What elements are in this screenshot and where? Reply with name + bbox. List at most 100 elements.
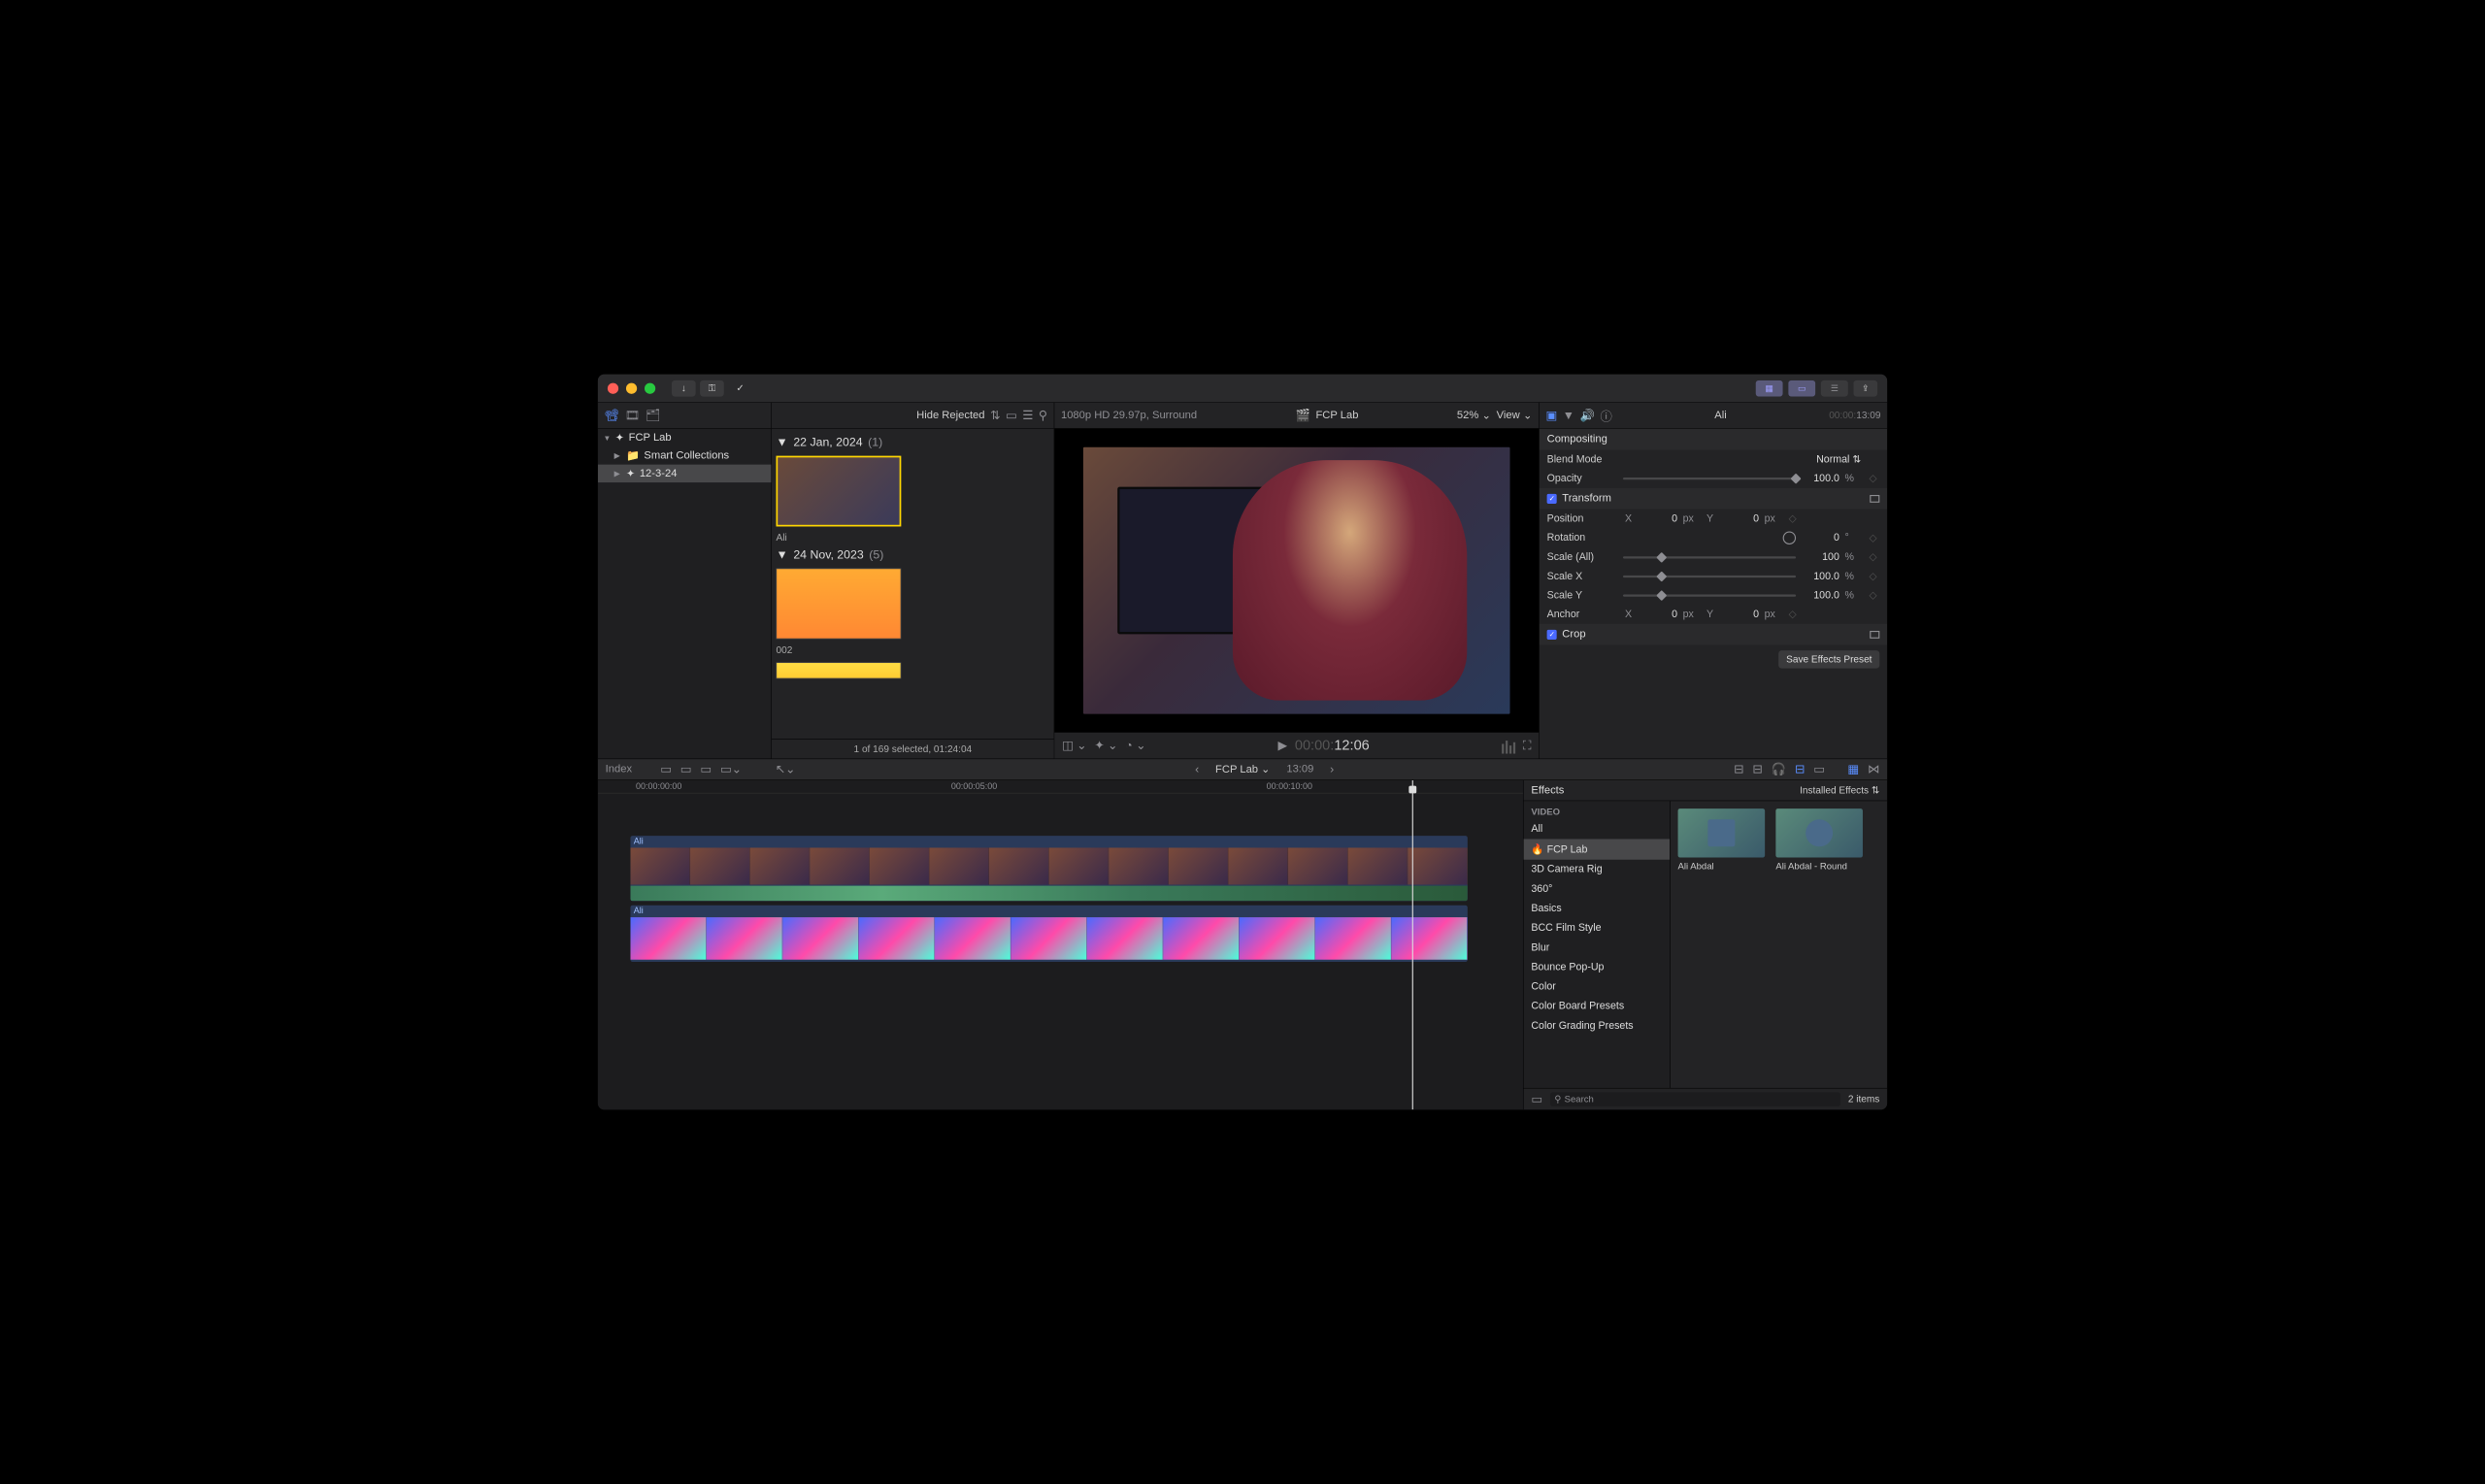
library-icon[interactable]: 📽	[605, 409, 620, 423]
effects-preview-button[interactable]: ▭	[1531, 1092, 1542, 1106]
transitions-browser-button[interactable]: ⋈	[1868, 762, 1879, 776]
library-root[interactable]: ▼ ✦ FCP Lab	[598, 429, 772, 446]
keyframe-button[interactable]: ◇	[1867, 532, 1879, 544]
timeline-clip[interactable]: Ali	[630, 836, 1467, 901]
keyframe-button[interactable]: ◇	[1867, 589, 1879, 602]
inspector-toggle-button[interactable]: ☰	[1821, 380, 1848, 397]
fullscreen-button[interactable]: ⛶	[1523, 739, 1532, 753]
rotation-value[interactable]: 0	[1802, 532, 1839, 544]
transform-section[interactable]: ✓ Transform	[1540, 488, 1887, 510]
color-inspector-tab[interactable]: ▼	[1563, 409, 1574, 423]
effects-dropdown[interactable]: Installed Effects ⇅	[1800, 784, 1879, 796]
timeline-project-dropdown[interactable]: FCP Lab ⌄	[1215, 763, 1271, 776]
rotation-knob[interactable]	[1783, 532, 1796, 544]
snapping-button[interactable]: ⊟	[1795, 762, 1805, 776]
anchor-y-value[interactable]: 0	[1721, 609, 1759, 620]
disclosure-triangle-icon[interactable]: ▼	[603, 433, 611, 442]
save-effects-preset-button[interactable]: Save Effects Preset	[1778, 650, 1879, 668]
list-view-button[interactable]: ☰	[1022, 409, 1033, 423]
audio-inspector-tab[interactable]: 🔊	[1580, 409, 1595, 423]
background-tasks-button[interactable]: ✓	[728, 380, 752, 397]
retime-tool-button[interactable]: ◔ ⌄	[1125, 739, 1145, 753]
effects-category[interactable]: Color	[1524, 976, 1671, 996]
effects-category[interactable]: Basics	[1524, 899, 1671, 918]
zoom-dropdown[interactable]: 52%⌄	[1457, 409, 1491, 422]
disclosure-triangle-icon[interactable]: ▼	[777, 547, 788, 562]
opacity-slider[interactable]	[1623, 478, 1796, 479]
video-inspector-tab[interactable]: ▣	[1545, 409, 1557, 423]
scale-all-slider[interactable]	[1623, 556, 1796, 558]
effects-category[interactable]: All	[1524, 819, 1671, 839]
keyframe-button[interactable]: ◇	[1867, 551, 1879, 564]
opacity-value[interactable]: 100.0	[1802, 473, 1839, 484]
clip-appearance-button[interactable]: ▭	[1006, 409, 1017, 423]
keyframe-button[interactable]: ◇	[1786, 608, 1799, 620]
transform-onscreen-icon[interactable]	[1870, 495, 1879, 503]
play-button[interactable]: ▶	[1278, 739, 1287, 753]
effect-item[interactable]: Ali Abdal	[1678, 808, 1766, 874]
titles-icon[interactable]: 🗂	[646, 409, 661, 423]
timeline-prev-button[interactable]: ‹	[1195, 762, 1199, 776]
photos-icon[interactable]: 🎞	[625, 409, 641, 423]
clip-thumbnail[interactable]	[777, 456, 902, 527]
transform-tool-button[interactable]: ◫ ⌄	[1062, 739, 1086, 753]
viewer-timecode[interactable]: 12:06	[1334, 737, 1369, 753]
append-button[interactable]: ▭	[680, 762, 692, 776]
scale-y-value[interactable]: 100.0	[1802, 589, 1839, 601]
import-button[interactable]: ↓	[672, 380, 696, 397]
select-tool-button[interactable]: ↖⌄	[776, 762, 796, 776]
skimming-button[interactable]: ⊟	[1734, 762, 1743, 776]
disclosure-triangle-icon[interactable]: ▶	[614, 451, 622, 461]
viewer-canvas[interactable]	[1054, 429, 1539, 733]
overwrite-button[interactable]: ▭	[700, 762, 712, 776]
scale-x-value[interactable]: 100.0	[1802, 571, 1839, 582]
event-header[interactable]: ▼ 24 Nov, 2023 (5)	[777, 545, 1050, 564]
timeline-ruler[interactable]: 00:00:00:00 00:00:05:00 00:00:10:00	[598, 780, 1523, 793]
effects-category[interactable]: Blur	[1524, 938, 1671, 957]
compositing-section[interactable]: Compositing	[1540, 429, 1887, 450]
effects-category[interactable]: Bounce Pop-Up	[1524, 957, 1671, 976]
hide-rejected-dropdown[interactable]: Hide Rejected	[916, 410, 984, 422]
crop-section[interactable]: ✓ Crop	[1540, 624, 1887, 645]
crop-onscreen-icon[interactable]	[1870, 631, 1879, 639]
anchor-x-value[interactable]: 0	[1640, 609, 1677, 620]
effects-category[interactable]: BCC Film Style	[1524, 918, 1671, 938]
timeline-clip[interactable]: Ali	[630, 906, 1467, 962]
position-x-value[interactable]: 0	[1640, 512, 1677, 524]
disclosure-triangle-icon[interactable]: ▼	[777, 435, 788, 449]
close-window-button[interactable]	[608, 382, 618, 393]
audio-skimming-button[interactable]: ⊟	[1752, 762, 1762, 776]
timeline[interactable]: 00:00:00:00 00:00:05:00 00:00:10:00 Ali	[598, 780, 1523, 1110]
scale-all-value[interactable]: 100	[1802, 551, 1839, 563]
connect-button[interactable]: ▭⌄	[720, 762, 742, 776]
transform-checkbox[interactable]: ✓	[1547, 494, 1557, 504]
effects-category[interactable]: Color Grading Presets	[1524, 1016, 1671, 1036]
index-button[interactable]: Index	[606, 763, 632, 775]
clip-thumbnail[interactable]	[777, 662, 902, 678]
browser-toggle-button[interactable]: ▦	[1756, 380, 1783, 397]
clip-thumbnail[interactable]	[777, 569, 902, 640]
effect-item[interactable]: Ali Abdal - Round	[1775, 808, 1863, 874]
event-header[interactable]: ▼ 22 Jan, 2024 (1)	[777, 433, 1050, 451]
scale-y-slider[interactable]	[1623, 594, 1796, 596]
keyword-editor-button[interactable]: ⚿	[700, 380, 724, 397]
info-inspector-tab[interactable]: ⓘ	[1600, 407, 1611, 424]
effects-category[interactable]: 🔥 FCP Lab	[1524, 839, 1671, 859]
effects-category[interactable]: 360°	[1524, 879, 1671, 899]
scale-x-slider[interactable]	[1623, 576, 1796, 577]
search-button[interactable]: ⚲	[1039, 409, 1047, 423]
fullscreen-window-button[interactable]	[645, 382, 655, 393]
blend-mode-dropdown[interactable]: Normal ⇅	[1623, 453, 1861, 466]
keyframe-button[interactable]: ◇	[1867, 570, 1879, 582]
effects-browser-button[interactable]: ▦	[1847, 762, 1859, 776]
effects-category[interactable]: Color Board Presets	[1524, 997, 1671, 1016]
playhead[interactable]	[1412, 780, 1413, 1110]
timeline-next-button[interactable]: ›	[1330, 762, 1334, 776]
insert-button[interactable]: ▭	[660, 762, 672, 776]
clip-appearance-button[interactable]: ▭	[1813, 762, 1825, 776]
keyframe-button[interactable]: ◇	[1786, 512, 1799, 525]
minimize-window-button[interactable]	[626, 382, 637, 393]
sidebar-event[interactable]: ▶ ✦ 12-3-24	[598, 465, 772, 482]
solo-button[interactable]: 🎧	[1772, 762, 1786, 776]
timeline-toggle-button[interactable]: ▭	[1788, 380, 1815, 397]
